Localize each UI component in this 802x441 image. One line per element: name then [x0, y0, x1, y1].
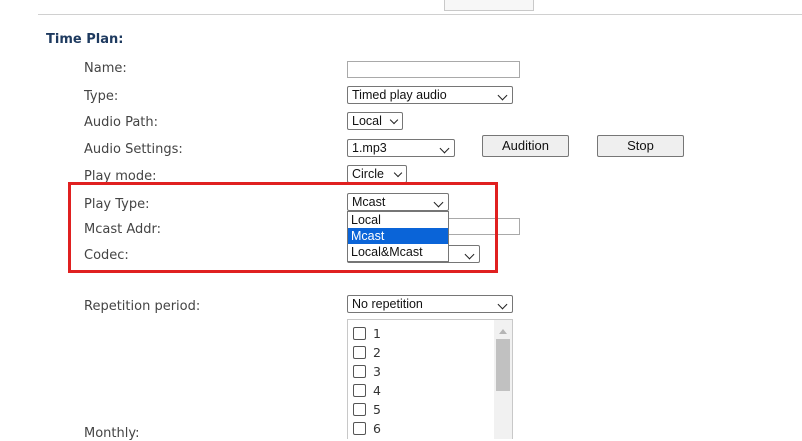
name-label: Name:: [84, 61, 127, 76]
list-item[interactable]: 1: [353, 324, 381, 343]
chevron-down-icon: [439, 143, 450, 154]
day-label: 2: [373, 345, 381, 360]
monthly-scrollbar[interactable]: [494, 320, 512, 439]
list-item[interactable]: 3: [353, 362, 381, 381]
type-select[interactable]: Timed play audio: [347, 86, 513, 104]
play-type-option-local[interactable]: Local: [348, 212, 448, 228]
repetition-period-select[interactable]: No repetition: [347, 295, 513, 313]
name-input[interactable]: [347, 61, 520, 78]
day-label: 5: [373, 402, 381, 417]
play-type-value: Mcast: [352, 195, 386, 209]
type-label: Type:: [84, 89, 119, 104]
chevron-down-icon: [389, 115, 399, 125]
audio-file-select[interactable]: 1.mp3: [347, 139, 455, 157]
chevron-down-icon: [497, 299, 508, 310]
checkbox[interactable]: [353, 384, 366, 397]
day-label: 6: [373, 421, 381, 436]
monthly-day-list[interactable]: 1 2 3 4 5 6: [347, 319, 513, 439]
audition-button[interactable]: Audition: [482, 135, 569, 157]
list-item[interactable]: 4: [353, 381, 381, 400]
chevron-down-icon: [497, 90, 508, 101]
type-select-value: Timed play audio: [352, 88, 447, 102]
list-item[interactable]: 5: [353, 400, 381, 419]
list-item[interactable]: 2: [353, 343, 381, 362]
section-title: Time Plan:: [46, 32, 124, 47]
audio-settings-label: Audio Settings:: [84, 142, 183, 157]
stop-button[interactable]: Stop: [597, 135, 684, 157]
checkbox[interactable]: [353, 403, 366, 416]
audio-path-label: Audio Path:: [84, 115, 159, 130]
day-label: 1: [373, 326, 381, 341]
audio-file-value: 1.mp3: [352, 141, 387, 155]
play-mode-select[interactable]: Circle: [347, 165, 407, 183]
section-divider: [38, 14, 802, 15]
repetition-period-value: No repetition: [352, 297, 423, 311]
checkbox[interactable]: [353, 346, 366, 359]
checkbox[interactable]: [353, 422, 366, 435]
chevron-down-icon: [393, 168, 403, 178]
scrollbar-thumb[interactable]: [496, 339, 510, 391]
list-item[interactable]: 6: [353, 419, 381, 438]
checkbox[interactable]: [353, 327, 366, 340]
play-mode-label: Play mode:: [84, 169, 157, 184]
play-type-dropdown: Local Mcast Local&Mcast: [347, 211, 449, 262]
codec-label: Codec:: [84, 248, 129, 263]
checkbox[interactable]: [353, 365, 366, 378]
top-tab-fragment: [444, 0, 534, 11]
play-mode-value: Circle: [352, 167, 384, 181]
day-label: 3: [373, 364, 381, 379]
scroll-up-arrow-icon[interactable]: [499, 329, 507, 334]
play-type-label: Play Type:: [84, 197, 150, 212]
chevron-down-icon: [433, 197, 444, 208]
play-type-option-local-mcast[interactable]: Local&Mcast: [348, 244, 448, 260]
chevron-down-icon: [464, 249, 475, 260]
repetition-period-label: Repetition period:: [84, 299, 201, 314]
play-type-select[interactable]: Mcast: [347, 193, 449, 211]
day-label: 4: [373, 383, 381, 398]
audio-path-value: Local: [352, 114, 382, 128]
play-type-option-mcast[interactable]: Mcast: [348, 228, 448, 244]
mcast-addr-label: Mcast Addr:: [84, 222, 161, 237]
audio-path-select[interactable]: Local: [347, 112, 403, 130]
